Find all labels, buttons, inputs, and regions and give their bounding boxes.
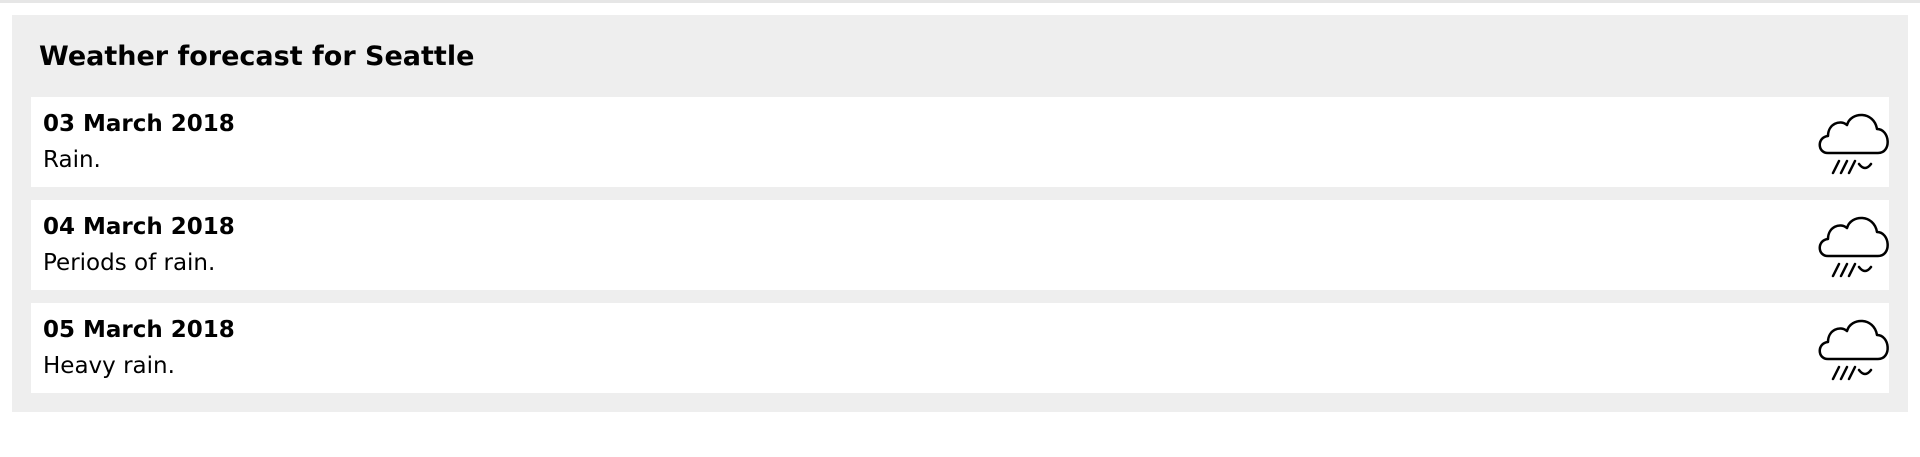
forecast-panel: Weather forecast for Seattle 03 March 20… [12, 15, 1908, 412]
forecast-card: 03 March 2018 Rain. [31, 97, 1889, 187]
forecast-date: 05 March 2018 [43, 317, 235, 343]
top-border [0, 0, 1920, 3]
forecast-card: 04 March 2018 Periods of rain. [31, 200, 1889, 290]
forecast-date: 04 March 2018 [43, 214, 235, 240]
forecast-description: Heavy rain. [43, 353, 175, 379]
rain-cloud-icon [1818, 113, 1889, 175]
forecast-description: Rain. [43, 147, 101, 173]
rain-cloud-icon [1818, 216, 1889, 278]
forecast-date: 03 March 2018 [43, 111, 235, 137]
page-title: Weather forecast for Seattle [39, 41, 475, 72]
rain-cloud-icon [1818, 319, 1889, 381]
forecast-description: Periods of rain. [43, 250, 216, 276]
forecast-card: 05 March 2018 Heavy rain. [31, 303, 1889, 393]
